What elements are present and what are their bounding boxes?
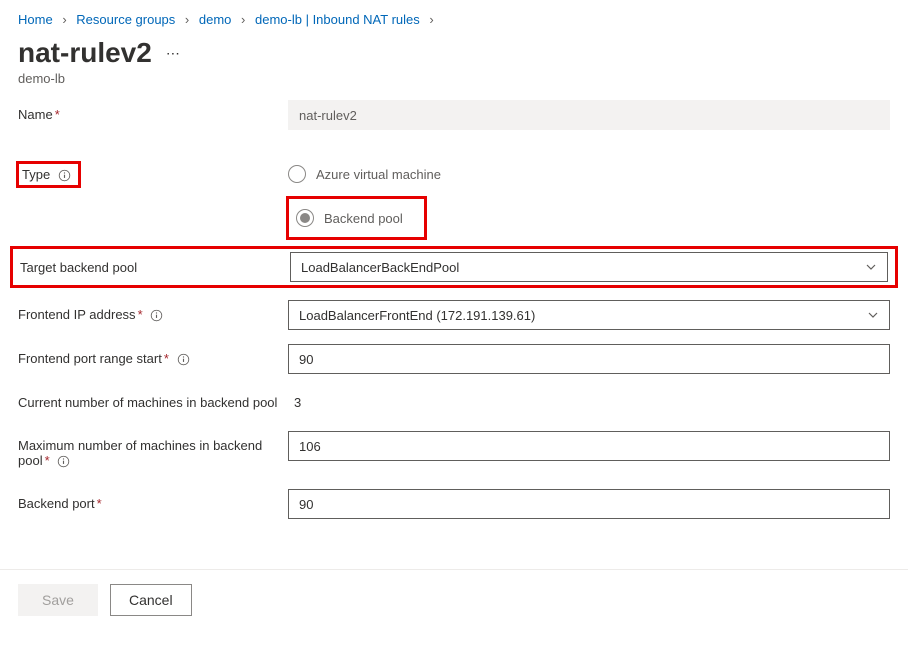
label-backend-port: Backend port* [12,489,288,518]
label-frontend-port-start: Frontend port range start* [12,344,288,373]
type-radio-avm[interactable]: Azure virtual machine [288,160,890,188]
target-backend-pool-value: LoadBalancerBackEndPool [301,260,459,275]
label-frontend-ip: Frontend IP address* [12,300,288,329]
cancel-button[interactable]: Cancel [110,584,192,616]
chevron-right-icon: › [185,12,189,27]
type-radio-bp[interactable]: Backend pool [288,198,425,238]
chevron-down-icon [865,261,877,273]
label-type: Type [18,163,79,186]
info-icon[interactable] [177,353,190,366]
type-radio-avm-label: Azure virtual machine [316,167,441,182]
type-radio-bp-label: Backend pool [324,211,403,226]
name-field [288,100,890,130]
form: Name* Type Azure virtual machine [0,100,908,549]
label-current-machines: Current number of machines in backend po… [12,388,288,417]
breadcrumb: Home › Resource groups › demo › demo-lb … [0,0,908,33]
footer: Save Cancel [0,570,908,630]
breadcrumb-demo[interactable]: demo [199,12,232,27]
breadcrumb-home[interactable]: Home [18,12,53,27]
save-button[interactable]: Save [18,584,98,616]
current-machines-value: 3 [288,388,890,417]
breadcrumb-resource-groups[interactable]: Resource groups [76,12,175,27]
chevron-right-icon: › [241,12,245,27]
backend-port-input[interactable] [288,489,890,519]
more-actions-button[interactable]: ⋯ [166,45,181,62]
page-subtitle: demo-lb [0,69,908,100]
frontend-ip-select[interactable]: LoadBalancerFrontEnd (172.191.139.61) [288,300,890,330]
label-max-machines: Maximum number of machines in backend po… [12,431,288,475]
frontend-ip-value: LoadBalancerFrontEnd (172.191.139.61) [299,308,535,323]
target-backend-pool-select[interactable]: LoadBalancerBackEndPool [290,252,888,282]
info-icon[interactable] [57,455,70,468]
breadcrumb-lb-nat[interactable]: demo-lb | Inbound NAT rules [255,12,420,27]
page-title: nat-rulev2 [18,37,152,69]
chevron-down-icon [867,309,879,321]
info-icon[interactable] [150,309,163,322]
label-name: Name* [12,100,288,129]
chevron-right-icon: › [429,12,433,27]
chevron-right-icon: › [62,12,66,27]
info-icon[interactable] [58,169,71,182]
max-machines-input[interactable] [288,431,890,461]
frontend-port-start-input[interactable] [288,344,890,374]
label-target-backend-pool: Target backend pool [14,253,290,282]
